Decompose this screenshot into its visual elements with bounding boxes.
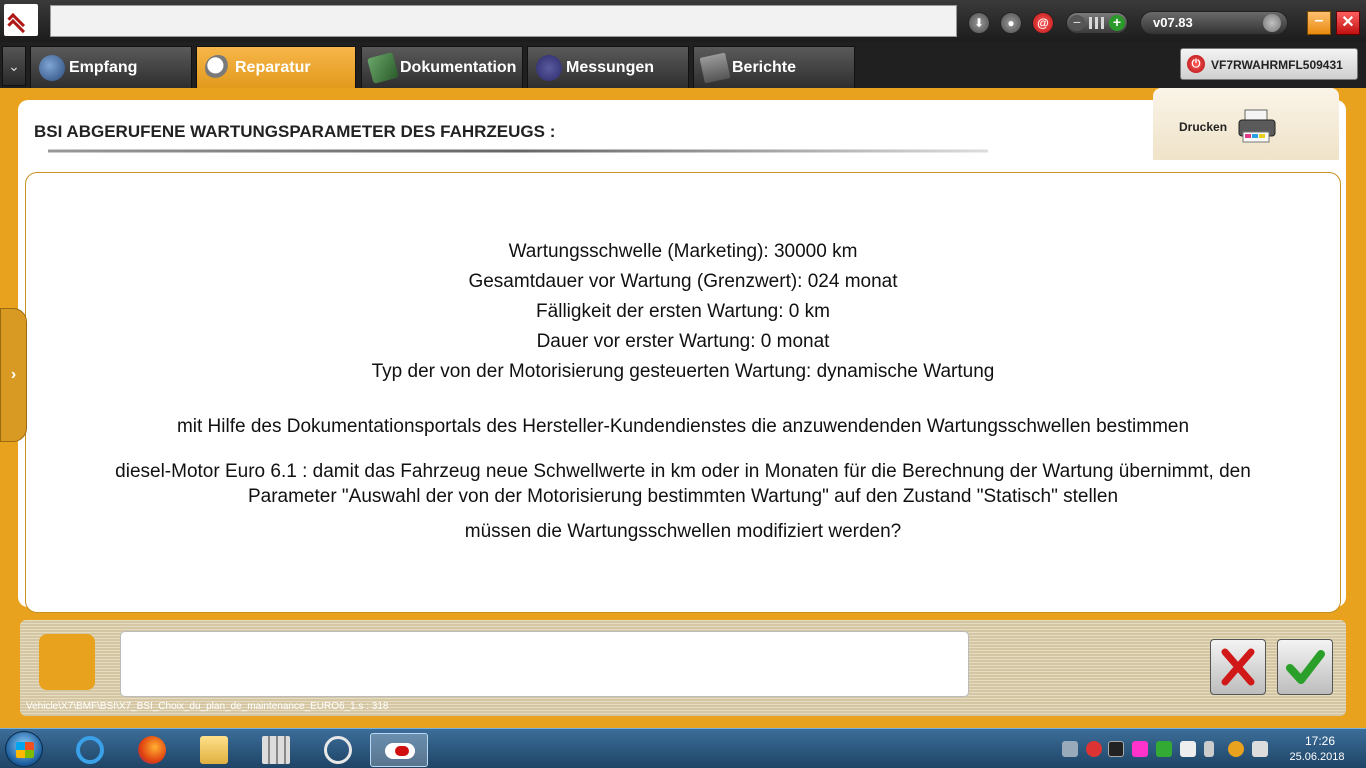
param-line: Gesamtdauer vor Wartung (Grenzwert): 024… (468, 271, 898, 292)
tray-flag-icon[interactable] (1180, 741, 1196, 757)
volume-slider[interactable]: − + (1066, 12, 1128, 34)
plus-icon[interactable]: + (1109, 15, 1125, 31)
windows-taskbar: 17:26 25.06.2018 (0, 728, 1366, 768)
script-path: Vehicle\X7\BMF\BSI\X7_BSI_Choix_du_plan_… (26, 701, 389, 712)
file-explorer-button[interactable] (186, 733, 242, 767)
status-indicator (39, 634, 95, 690)
tab-label: Reparatur (235, 59, 311, 76)
tray-printer-icon[interactable] (1062, 741, 1078, 757)
vin-button[interactable]: ⏻ VF7RWAHRMFL509431 (1180, 48, 1358, 80)
parameters-box: Wartungsschwelle (Marketing): 30000 km G… (25, 172, 1341, 613)
diagbox-icon (385, 743, 415, 759)
windows-logo-icon (16, 742, 34, 758)
top-bar: ⬇ ● @ − + v07.83 – ✕ (0, 0, 1366, 42)
tab-berichte[interactable]: Berichte (693, 46, 855, 88)
calculator-icon (262, 736, 290, 764)
email-icon[interactable]: @ (1032, 12, 1054, 34)
minimize-button[interactable]: – (1307, 11, 1331, 35)
clock-date[interactable]: 25.06.2018 (1280, 751, 1354, 763)
question-line: müssen die Wartungsschwellen modifiziert… (464, 521, 902, 542)
info-line: diesel-Motor Euro 6.1 : damit das Fahrze… (115, 461, 1251, 482)
confirm-button[interactable] (1277, 639, 1333, 695)
tray-monitor-icon[interactable] (1108, 741, 1124, 757)
info-line: Parameter "Auswahl der von der Motorisie… (247, 486, 1119, 507)
tool-icon (324, 736, 352, 764)
tab-messungen[interactable]: Messungen (527, 46, 689, 88)
record-icon[interactable]: ● (1000, 12, 1022, 34)
tray-app-icon[interactable] (1132, 741, 1148, 757)
start-button[interactable] (5, 731, 43, 767)
cancel-button[interactable] (1210, 639, 1266, 695)
version-label: v07.83 (1153, 15, 1193, 30)
tray-network-icon[interactable] (1228, 741, 1244, 757)
tab-empfang[interactable]: Empfang (30, 46, 192, 88)
cross-icon (1221, 648, 1255, 686)
power-icon: ⏻ (1187, 55, 1205, 73)
tab-bar: ⌄ Empfang Reparatur Dokumentation Messun… (0, 42, 1366, 88)
page-title: BSI ABGERUFENE WARTUNGSPARAMETER DES FAH… (34, 122, 556, 141)
tab-dokumentation[interactable]: Dokumentation (361, 46, 523, 88)
info-line: mit Hilfe des Dokumentationsportals des … (176, 416, 1190, 437)
gauge-icon (39, 55, 65, 81)
close-button[interactable]: ✕ (1336, 11, 1360, 35)
menu-toggle-button[interactable]: ⌄ (2, 46, 26, 86)
clock-icon[interactable] (1263, 14, 1281, 32)
folder-icon (200, 736, 228, 764)
tray-stop-icon[interactable] (1086, 741, 1102, 757)
firefox-button[interactable] (124, 733, 180, 767)
title-divider (48, 149, 988, 153)
param-line: Wartungsschwelle (Marketing): 30000 km (508, 241, 858, 262)
diagbox-app-button[interactable] (370, 733, 428, 767)
tray-check-icon[interactable] (1156, 741, 1172, 757)
waveform-icon (536, 55, 562, 81)
check-icon (1286, 650, 1325, 684)
tab-label: Dokumentation (400, 59, 517, 76)
vin-label: VF7RWAHRMFL509431 (1211, 58, 1343, 72)
message-field[interactable] (120, 631, 969, 697)
param-line: Dauer vor erster Wartung: 0 monat (536, 331, 830, 352)
tool-app-button[interactable] (310, 733, 366, 767)
internet-explorer-button[interactable] (62, 733, 118, 767)
citroen-logo (4, 4, 38, 36)
magnifier-icon (205, 55, 231, 81)
print-button[interactable]: Drucken (1153, 88, 1339, 160)
report-icon (699, 52, 731, 84)
param-line: Fälligkeit der ersten Wartung: 0 km (536, 301, 830, 322)
param-line: Typ der von der Motorisierung gesteuerte… (371, 361, 995, 382)
download-icon[interactable]: ⬇ (968, 12, 990, 34)
internet-explorer-icon (76, 736, 104, 764)
tab-label: Berichte (732, 59, 797, 76)
calculator-button[interactable] (248, 733, 304, 767)
firefox-icon (138, 736, 166, 764)
level-bars-icon (1089, 17, 1105, 29)
tab-reparatur[interactable]: Reparatur (196, 46, 356, 88)
tray-battery-icon[interactable] (1204, 741, 1214, 757)
print-label: Drucken (1179, 120, 1228, 134)
printer-icon (1238, 109, 1276, 143)
side-panel-toggle[interactable]: › (0, 308, 27, 442)
minus-icon[interactable]: − (1069, 15, 1085, 31)
clock-time[interactable]: 17:26 (1290, 734, 1350, 748)
tray-volume-icon[interactable] (1252, 741, 1268, 757)
version-badge: v07.83 (1140, 11, 1288, 35)
tab-label: Messungen (566, 59, 655, 76)
tab-label: Empfang (69, 59, 138, 76)
address-field[interactable] (50, 5, 957, 37)
book-icon (367, 52, 399, 84)
